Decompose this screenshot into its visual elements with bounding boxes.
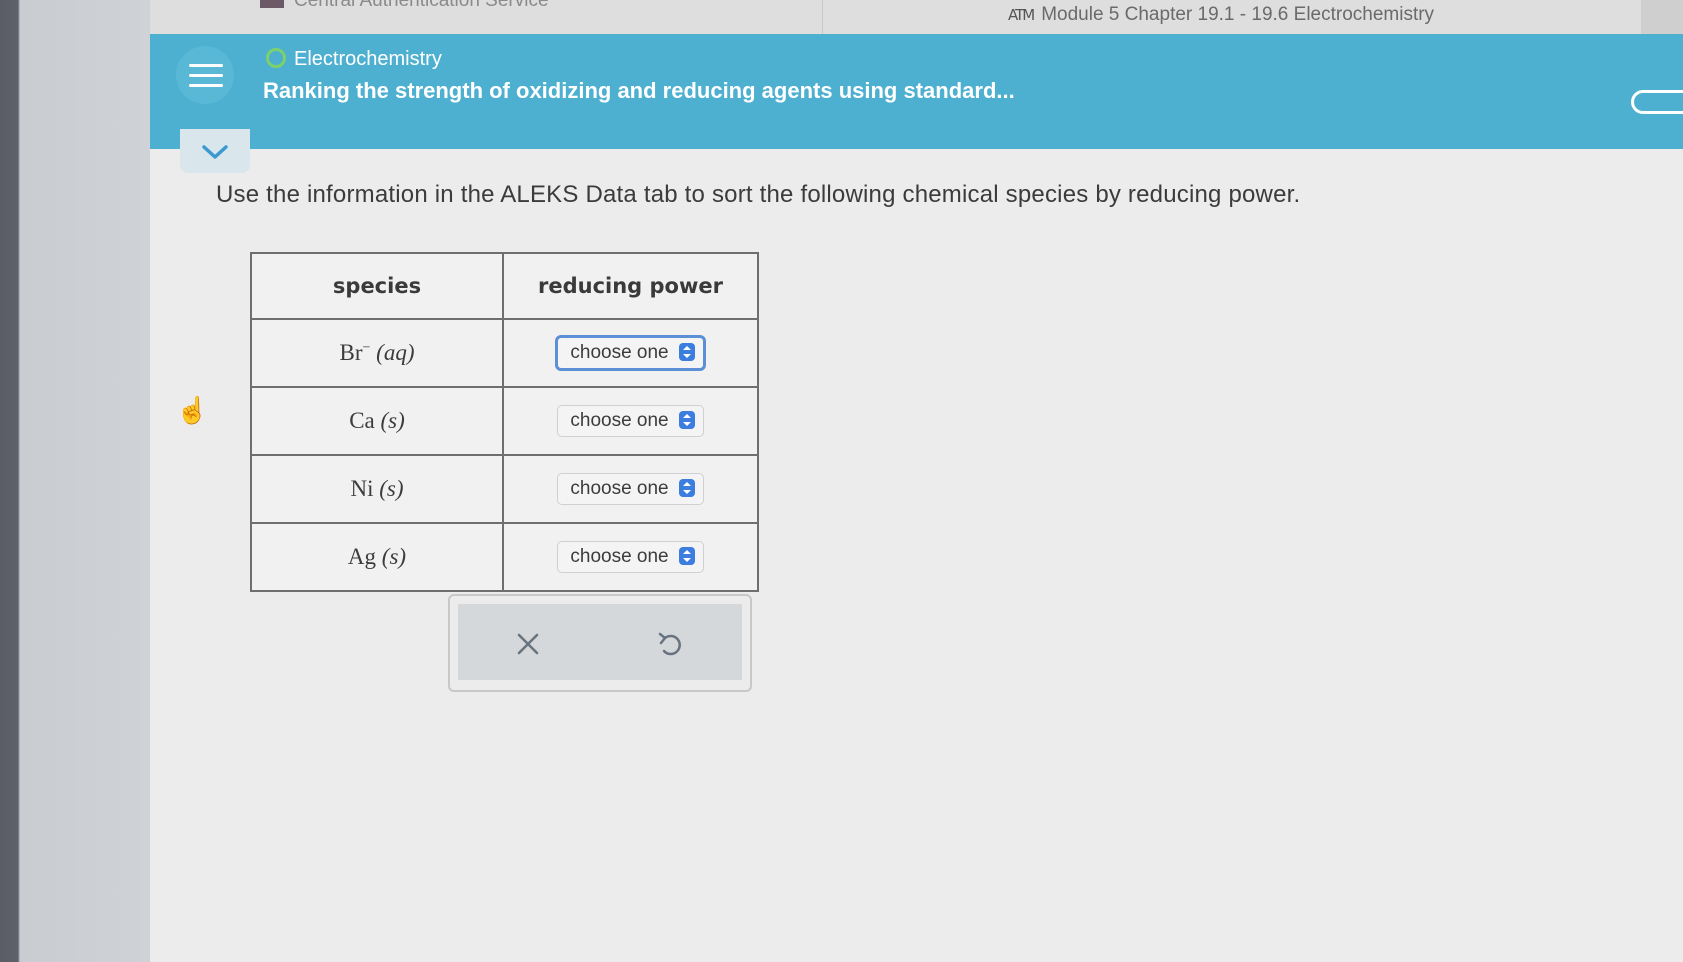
chevron-down-icon xyxy=(202,145,228,159)
table-row: Br− (aq) choose one xyxy=(250,318,759,388)
atm-logo-icon: ATM xyxy=(1008,6,1035,24)
table-row: Ag (s) choose one xyxy=(250,522,759,592)
species-cell: Ca (s) xyxy=(250,386,504,456)
select-value: choose one xyxy=(570,546,669,567)
table-row: Ni (s) choose one xyxy=(250,454,759,524)
species-state: (s) xyxy=(381,544,407,569)
question-panel: Use the information in the ALEKS Data ta… xyxy=(150,129,1683,962)
header-toggle-icon[interactable] xyxy=(1631,90,1683,114)
topic-label: Electrochemistry xyxy=(266,46,442,72)
species-cell: Br− (aq) xyxy=(250,318,504,388)
species-state: (s) xyxy=(379,476,404,501)
select-value: choose one xyxy=(570,410,669,431)
select-arrows-icon xyxy=(678,479,695,497)
reducing-power-cell: choose one xyxy=(502,454,759,524)
tab-label: Central Authentication Service xyxy=(294,0,549,11)
answer-actions xyxy=(448,594,752,692)
species-symbol: Br xyxy=(339,340,363,365)
sort-table: species reducing power Br− (aq) choose o… xyxy=(250,252,759,592)
species-state: (s) xyxy=(380,408,405,433)
species-state: (aq) xyxy=(376,340,415,365)
lesson-title: Ranking the strength of oxidizing and re… xyxy=(263,78,1015,103)
reducing-power-header: reducing power xyxy=(502,252,759,320)
species-header: species xyxy=(250,252,504,320)
progress-circle-icon xyxy=(266,48,286,68)
undo-icon xyxy=(658,632,681,656)
table-row: Ca (s) choose one xyxy=(250,386,759,456)
tab-favicon-icon xyxy=(260,0,284,8)
browser-tab-cas[interactable]: Central Authentication Service xyxy=(260,0,549,22)
species-symbol: Ni xyxy=(350,476,374,501)
tab-divider xyxy=(822,0,823,36)
select-arrows-icon xyxy=(678,547,695,565)
menu-button[interactable] xyxy=(176,46,234,104)
lesson-header: Electrochemistry Ranking the strength of… xyxy=(150,34,1683,149)
select-arrows-icon xyxy=(678,411,695,429)
browser-tab-module[interactable]: ATM Module 5 Chapter 19.1 - 19.6 Electroc… xyxy=(1008,0,1434,36)
table-header-row: species reducing power xyxy=(250,252,759,320)
select-value: choose one xyxy=(570,478,669,499)
species-symbol: Ag xyxy=(347,544,377,569)
species-cell: Ag (s) xyxy=(250,522,504,592)
tab-label: Module 5 Chapter 19.1 - 19.6 Electrochem… xyxy=(1041,4,1435,25)
reducing-power-cell: choose one xyxy=(502,386,759,456)
reducing-power-cell: choose one xyxy=(502,522,759,592)
select-arrows-icon xyxy=(678,343,695,361)
answer-actions-bar xyxy=(458,604,742,680)
topic-text: Electrochemistry xyxy=(294,48,442,70)
hand-cursor-icon: ☝ xyxy=(176,395,209,425)
tab-bar-end xyxy=(1641,0,1683,36)
clear-button[interactable] xyxy=(508,624,548,664)
undo-button[interactable] xyxy=(650,624,690,664)
reducing-power-select[interactable]: choose one xyxy=(557,541,704,573)
reducing-power-cell: choose one xyxy=(502,318,759,388)
species-cell: Ni (s) xyxy=(250,454,504,524)
browser-tab-bar: Central Authentication Service ATM Module… xyxy=(150,0,1683,36)
select-value: choose one xyxy=(570,342,669,363)
left-sidebar xyxy=(0,0,150,962)
question-instruction: Use the information in the ALEKS Data ta… xyxy=(216,181,1301,208)
collapse-button[interactable] xyxy=(180,129,250,173)
species-charge: − xyxy=(362,340,371,356)
species-symbol: Ca xyxy=(349,408,375,433)
reducing-power-select[interactable]: choose one xyxy=(557,473,704,505)
reducing-power-select[interactable]: choose one xyxy=(555,335,706,371)
reducing-power-select[interactable]: choose one xyxy=(557,405,704,437)
close-icon xyxy=(517,633,539,655)
